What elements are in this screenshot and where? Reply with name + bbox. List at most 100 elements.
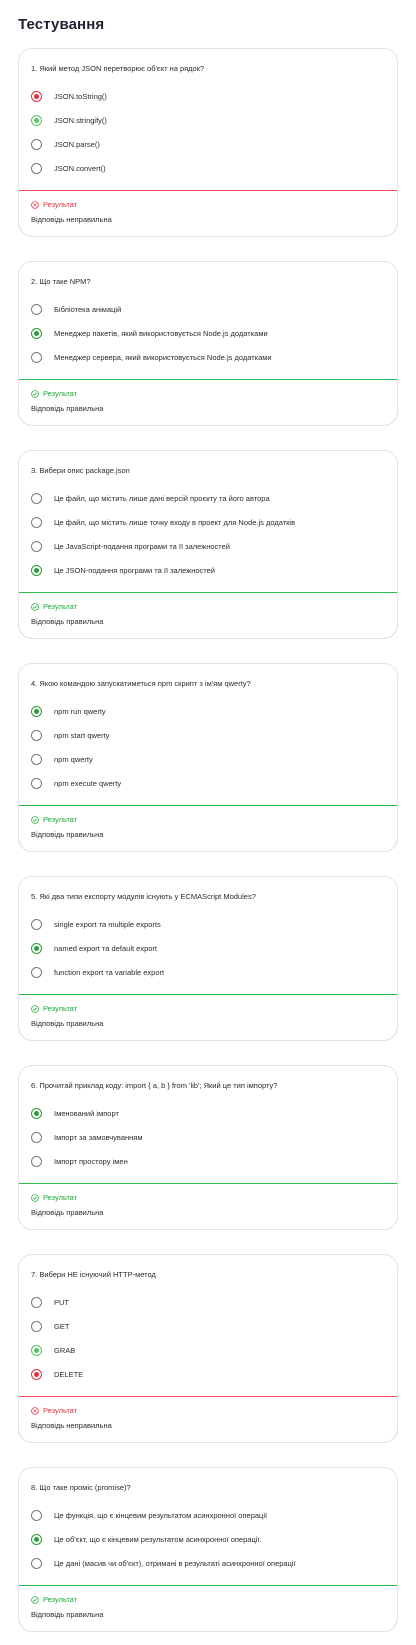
result-title: Результат (43, 815, 78, 824)
radio-button[interactable] (31, 303, 42, 315)
radio-button[interactable] (31, 1509, 42, 1521)
check-circle-icon (31, 1595, 39, 1604)
radio-button[interactable] (31, 1131, 42, 1143)
radio-button[interactable] (31, 777, 42, 789)
result-header: Результат (31, 389, 385, 398)
answer-option[interactable]: Імпорт за замовчуванням (31, 1125, 384, 1149)
page-title: Тестування (18, 16, 105, 33)
question-text: 7. Вибери НЕ існуючий HTTP-метод (31, 1270, 156, 1279)
radio-button[interactable] (31, 138, 42, 150)
result-message: Відповідь правильна (31, 830, 104, 839)
answer-option[interactable]: JSON.stringify() (31, 108, 384, 132)
answer-option-label: Менеджер пакетів, який використовується … (54, 328, 268, 338)
answer-option[interactable]: Менеджер сервера, який використовується … (31, 345, 384, 369)
radio-button[interactable] (31, 564, 42, 576)
x-circle-icon (31, 200, 39, 209)
answer-option-label: GET (54, 1321, 70, 1331)
answer-option[interactable]: npm run qwerty (31, 699, 384, 723)
radio-button[interactable] (31, 351, 42, 363)
result-message: Відповідь правильна (31, 1610, 104, 1619)
answer-option[interactable]: Бібліотека анімацій (31, 297, 384, 321)
result-title: Результат (43, 1193, 78, 1202)
answer-option[interactable]: Це об'єкт, що є кінцевим результатом аси… (31, 1527, 384, 1551)
question-body: 6. Прочитай приклад коду: import { a, b … (19, 1066, 397, 1179)
radio-button[interactable] (31, 918, 42, 930)
quiz-list: 1. Який метод JSON перетворює об'єкт на … (18, 48, 398, 1645)
answer-option-label: JSON.stringify() (54, 115, 107, 125)
answer-option-label: Це JSON-подання програми та її залежност… (54, 565, 215, 575)
answer-option[interactable]: JSON.convert() (31, 156, 384, 180)
answer-option[interactable]: Це функція, що є кінцевим результатом ас… (31, 1503, 384, 1527)
question-body: 5. Які два типи експорту модулів існують… (19, 877, 397, 990)
radio-button[interactable] (31, 90, 42, 102)
answer-option-label: Менеджер сервера, який використовується … (54, 352, 272, 362)
radio-button[interactable] (31, 540, 42, 552)
answer-option-label: function export та variable export (54, 967, 165, 977)
answer-option[interactable]: Імпорт простору імен (31, 1149, 384, 1173)
radio-button[interactable] (31, 1344, 42, 1356)
answer-option-label: npm start qwerty (54, 730, 110, 740)
answer-option-label: Це дані (масив чи об'єкт), отримані в ре… (54, 1558, 296, 1568)
answer-option[interactable]: Це файл, що містить лише точку входу в п… (31, 510, 384, 534)
answer-option[interactable]: Це дані (масив чи об'єкт), отримані в ре… (31, 1551, 384, 1575)
answer-option[interactable]: DELETE (31, 1362, 384, 1386)
radio-button[interactable] (31, 1155, 42, 1167)
question-text: 6. Прочитай приклад коду: import { a, b … (31, 1081, 278, 1090)
result-title: Результат (43, 389, 78, 398)
answer-option[interactable]: Іменований імпорт (31, 1101, 384, 1125)
question-body: 2. Що таке NPM? Бібліотека анімацій Менедж… (19, 262, 397, 375)
question-card: 5. Які два типи експорту модулів існують… (18, 876, 398, 1041)
answer-option[interactable]: GRAB (31, 1338, 384, 1362)
radio-button[interactable] (31, 1557, 42, 1569)
answer-option[interactable]: JSON.toString() (31, 84, 384, 108)
radio-button[interactable] (31, 162, 42, 174)
answer-option[interactable]: npm execute qwerty (31, 771, 384, 795)
question-text: 8. Що таке проміс (promise)? (31, 1483, 131, 1492)
check-circle-icon (31, 1004, 39, 1013)
radio-button[interactable] (31, 1533, 42, 1545)
answer-option-label: Це файл, що містить лише точку входу в п… (54, 517, 296, 527)
radio-button[interactable] (31, 753, 42, 765)
result-panel: Результат Відповідь неправильна (19, 190, 397, 236)
radio-button[interactable] (31, 114, 42, 126)
answer-option[interactable]: npm qwerty (31, 747, 384, 771)
question-card: 3. Вибери опис package.json Це файл, що м… (18, 450, 398, 639)
radio-button[interactable] (31, 516, 42, 528)
answer-option[interactable]: JSON.parse() (31, 132, 384, 156)
radio-button[interactable] (31, 729, 42, 741)
question-card: 4. Якою командою запускатиметься npm скр… (18, 663, 398, 852)
radio-button[interactable] (31, 966, 42, 978)
result-title: Результат (43, 1406, 78, 1415)
answer-option[interactable]: named export та default export (31, 936, 384, 960)
result-header: Результат (31, 1595, 385, 1604)
question-text: 2. Що таке NPM? (31, 277, 91, 286)
radio-button[interactable] (31, 1320, 42, 1332)
question-text: 1. Який метод JSON перетворює об'єкт на … (31, 64, 205, 73)
answer-option[interactable]: Це файл, що містить лише дані версій про… (31, 486, 384, 510)
answer-option-label: Це JavaScript-подання програми та її зал… (54, 541, 230, 551)
question-body: 1. Який метод JSON перетворює об'єкт на … (19, 49, 397, 186)
answer-option-label: Це файл, що містить лише дані версій про… (54, 493, 270, 503)
result-header: Результат (31, 1406, 385, 1415)
radio-button[interactable] (31, 942, 42, 954)
radio-button[interactable] (31, 1107, 42, 1119)
radio-button[interactable] (31, 327, 42, 339)
answer-option[interactable]: PUT (31, 1290, 384, 1314)
radio-button[interactable] (31, 705, 42, 717)
answer-option[interactable]: Менеджер пакетів, який використовується … (31, 321, 384, 345)
question-card: 1. Який метод JSON перетворює об'єкт на … (18, 48, 398, 237)
answer-option[interactable]: Це JavaScript-подання програми та її зал… (31, 534, 384, 558)
answer-option[interactable]: GET (31, 1314, 384, 1338)
answer-option-label: npm execute qwerty (54, 778, 122, 788)
result-title: Результат (43, 602, 78, 611)
answer-option[interactable]: npm start qwerty (31, 723, 384, 747)
answer-option[interactable]: single export та multiple exports (31, 912, 384, 936)
radio-button[interactable] (31, 1368, 42, 1380)
answer-option[interactable]: Це JSON-подання програми та її залежност… (31, 558, 384, 582)
check-circle-icon (31, 1193, 39, 1202)
radio-button[interactable] (31, 492, 42, 504)
question-text: 4. Якою командою запускатиметься npm скр… (31, 679, 251, 688)
answer-option[interactable]: function export та variable export (31, 960, 384, 984)
radio-button[interactable] (31, 1296, 42, 1308)
question-body: 7. Вибери НЕ існуючий HTTP-метод PUT GET GR… (19, 1255, 397, 1392)
